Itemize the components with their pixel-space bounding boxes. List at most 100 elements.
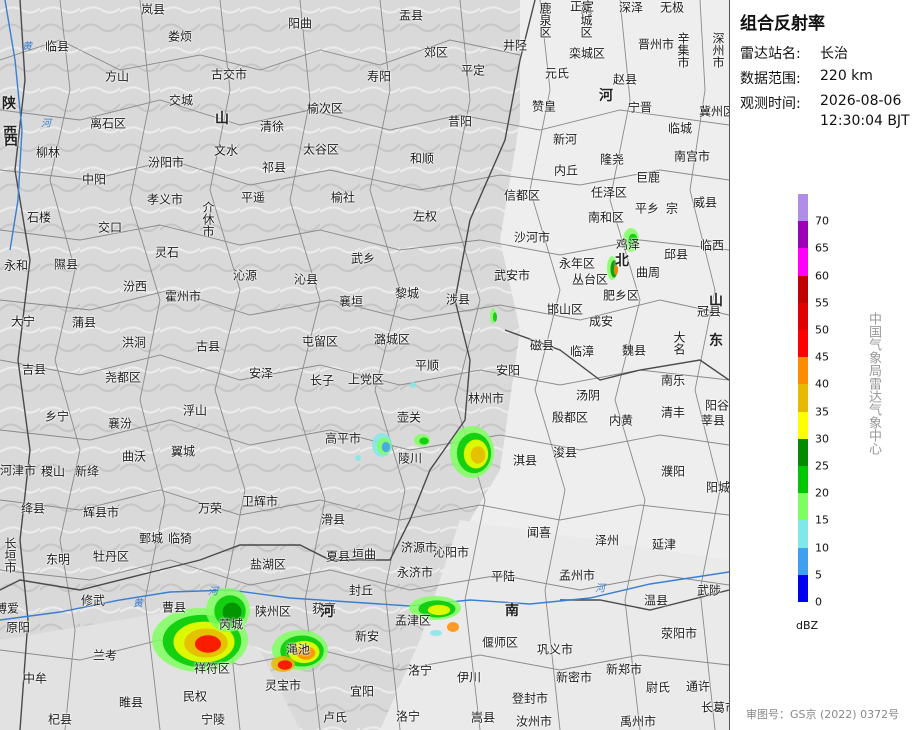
place-label: 冀州区: [698, 104, 729, 119]
place-label: 平乡: [634, 201, 660, 216]
place-label: 巩义市: [536, 642, 574, 657]
radar-map[interactable]: 岚县 娄烦 阳曲 盂县 鹿泉区 藁城区 正定 深泽 无极 晋州市 辛集市 深州市 临县 方山 古交市 寿阳 井陉…: [0, 0, 730, 730]
place-label: 嵩县: [470, 710, 496, 725]
place-label: 汝州市: [515, 714, 553, 729]
place-label: 民权: [182, 689, 208, 704]
place-label: 济源市: [400, 540, 438, 555]
place-label: 井陉: [502, 38, 528, 53]
place-label: 内黄: [608, 413, 634, 428]
legend-tick-label: 15: [815, 513, 829, 527]
legend-tick-label: 0: [815, 595, 822, 609]
station-row: 雷达站名: 长治: [740, 43, 848, 63]
place-label: 蒲县: [71, 315, 97, 330]
place-label: 石楼: [26, 210, 52, 225]
place-label: 清丰: [660, 405, 686, 420]
place-label: 临猗: [167, 531, 193, 546]
legend-swatch: [798, 411, 808, 440]
place-label: 灵宝市: [264, 678, 302, 693]
province-label: 山: [709, 293, 723, 309]
place-label: 娄烦: [167, 29, 193, 44]
place-label: 陵川: [397, 451, 423, 466]
place-label: 长子: [309, 373, 335, 388]
place-label: 杞县: [47, 712, 73, 727]
river-label: 黄: [133, 598, 143, 610]
place-label: 岚县: [140, 2, 166, 17]
place-label: 离石区: [89, 116, 127, 131]
station-label: 雷达站名:: [740, 46, 801, 62]
place-label: 长垣市: [3, 537, 17, 573]
place-label: 大名: [672, 331, 686, 355]
place-label: 博爱: [0, 601, 20, 616]
place-label: 元氏: [544, 66, 570, 81]
place-label: 新安: [354, 629, 380, 644]
place-label: 黎城: [394, 286, 420, 301]
place-label: 卢氏: [322, 710, 348, 725]
place-label: 襄垣: [338, 294, 364, 309]
place-label: 宁陵: [200, 712, 226, 727]
place-label: 伊川: [456, 670, 482, 685]
place-label: 翼城: [170, 444, 196, 459]
place-label: 闻喜: [526, 525, 552, 540]
place-label: 沙河市: [513, 230, 551, 245]
place-label: 延津: [651, 537, 677, 552]
place-label: 灵石: [154, 245, 180, 260]
place-label: 曲沃: [121, 449, 147, 464]
place-label: 榆社: [330, 190, 356, 205]
place-label: 稷山: [40, 464, 66, 479]
place-label: 魏县: [621, 343, 647, 358]
place-label: 绛县: [20, 501, 46, 516]
place-label: 宁晋: [627, 100, 653, 115]
radar-echo: [430, 630, 442, 636]
place-label: 祁县: [261, 160, 287, 175]
place-label: 平遥: [240, 190, 266, 205]
place-label: 新郑市: [605, 662, 643, 677]
place-label: 濮阳: [660, 464, 686, 479]
place-label: 汾阳市: [147, 155, 185, 170]
place-label: 永年区: [558, 256, 596, 271]
place-label: 南宫市: [673, 149, 711, 164]
legend-tick-label: 30: [815, 432, 829, 446]
place-label: 武陟: [696, 583, 722, 598]
place-label: 南和区: [587, 210, 625, 225]
place-label: 乡宁: [44, 409, 70, 424]
place-label: 磁县: [529, 338, 555, 353]
radar-echo: [470, 446, 486, 464]
place-label: 平定: [460, 63, 486, 78]
place-label: 洛宁: [407, 663, 433, 678]
place-label: 襄汾: [107, 416, 133, 431]
place-label: 肥乡区: [602, 288, 640, 303]
legend-tick-label: 50: [815, 323, 829, 337]
place-label: 曲周: [635, 265, 661, 280]
place-label: 牡丹区: [92, 549, 130, 564]
place-label: 临城: [667, 121, 693, 136]
place-label: 壶关: [396, 410, 422, 425]
place-label: 上党区: [347, 372, 385, 387]
product-title: 组合反射率: [740, 14, 825, 34]
time-row: 观测时间: 2026-08-06: [740, 93, 901, 113]
place-label: 南乐: [660, 373, 686, 388]
place-label: 洪洞: [121, 335, 147, 350]
place-label: 温县: [643, 593, 669, 608]
place-label: 临县: [44, 39, 70, 54]
place-label: 深泽: [618, 0, 644, 15]
place-label: 殷都区: [551, 410, 589, 425]
place-label: 河津市: [0, 463, 37, 478]
place-label: 淇县: [512, 453, 538, 468]
place-label: 昔阳: [447, 114, 473, 129]
place-label: 祥符区: [193, 661, 231, 676]
place-label: 郊区: [423, 45, 449, 60]
place-label: 古县: [195, 339, 221, 354]
radar-echo: [194, 635, 222, 653]
legend-swatch: [798, 493, 808, 521]
place-label: 寿阳: [366, 69, 392, 84]
legend-swatch: [798, 330, 808, 358]
place-label: 渑池: [285, 642, 311, 657]
place-label: 临西: [699, 238, 725, 253]
place-label: 晋州市: [637, 37, 675, 52]
place-label: 长葛市: [700, 700, 729, 715]
station-value: 长治: [820, 46, 848, 62]
place-label: 阳城: [705, 480, 730, 495]
province-label: 陕: [2, 96, 16, 112]
legend-tick-label: 5: [815, 568, 822, 582]
legend-tick-label: 60: [815, 269, 829, 283]
